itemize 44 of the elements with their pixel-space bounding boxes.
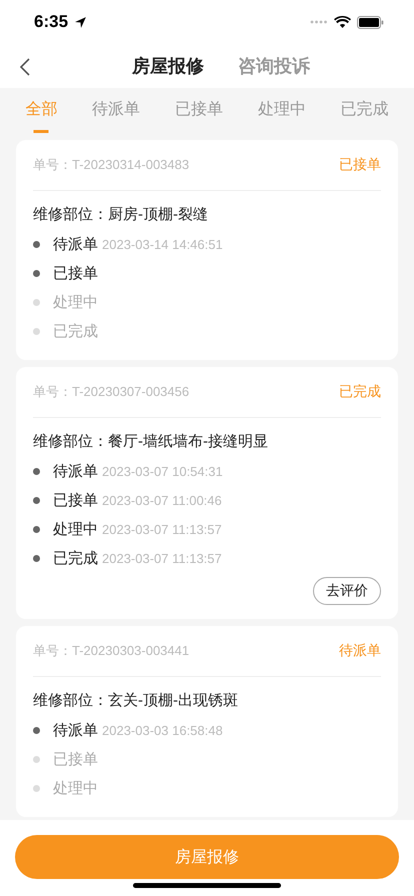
step-time: 2023-03-07 11:00:46	[102, 493, 222, 508]
filter-tab[interactable]: 全部	[23, 92, 60, 132]
signal-icon	[310, 19, 328, 25]
step-label: 处理中	[53, 293, 98, 312]
step-label: 处理中	[53, 779, 98, 798]
step-time: 2023-03-07 10:54:31	[102, 464, 223, 479]
step-time: 2023-03-03 16:58:48	[102, 723, 223, 738]
location-arrow-icon	[74, 16, 88, 28]
wifi-icon	[334, 16, 351, 28]
order-card[interactable]: 单号：T-20230307-003456 已完成 维修部位：餐厅-墙纸墙布-接缝明显 待派单 2023-03-07 10:54:31 已接单 2023-03-07 11:00:46 处理中 2023-03-07 11:13:57 已完成 2023-03-07 11:13:57 去评价	[16, 367, 398, 619]
nav-tab[interactable]: 房屋报修	[132, 54, 204, 78]
filter-tab[interactable]: 待派单	[90, 92, 142, 132]
battery-icon	[357, 16, 384, 28]
order-number: 单号：T-20230314-003483	[33, 156, 190, 174]
repair-button[interactable]: 房屋报修	[15, 835, 399, 879]
order-status: 已完成	[339, 383, 381, 401]
order-status: 已接单	[339, 156, 381, 174]
repair-location: 维修部位：厨房-顶棚-裂缝	[33, 205, 209, 225]
filter-tab[interactable]: 已完成	[338, 92, 391, 132]
step-label: 已完成	[53, 549, 98, 568]
order-number: 单号：T-20230303-003441	[33, 642, 190, 660]
step-label: 已接单	[53, 264, 98, 283]
step-label: 待派单	[53, 462, 98, 481]
step-label: 已接单	[53, 750, 98, 769]
step-label: 待派单	[53, 235, 98, 254]
back-icon[interactable]	[20, 58, 30, 76]
rate-button[interactable]: 去评价	[313, 577, 381, 605]
order-card[interactable]: 单号：T-20230303-003441 待派单 维修部位：玄关-顶棚-出现锈斑 待派单 2023-03-03 16:58:48 已接单 处理中	[16, 626, 398, 817]
step-time: 2023-03-07 11:13:57	[102, 522, 222, 537]
order-number: 单号：T-20230307-003456	[33, 383, 190, 401]
filter-tab[interactable]: 处理中	[256, 92, 308, 132]
filter-tab[interactable]: 已接单	[172, 92, 225, 132]
step-label: 已完成	[53, 322, 98, 341]
step-label: 已接单	[53, 491, 98, 510]
step-label: 待派单	[53, 721, 98, 740]
order-status: 待派单	[339, 642, 381, 660]
step-label: 处理中	[53, 520, 98, 539]
repair-location: 维修部位：玄关-顶棚-出现锈斑	[33, 691, 239, 711]
nav-tab[interactable]: 咨询投诉	[238, 54, 310, 78]
status-time: 6:35	[34, 12, 68, 32]
step-time: 2023-03-14 14:46:51	[102, 237, 223, 252]
step-time: 2023-03-07 11:13:57	[102, 551, 222, 566]
order-card[interactable]: 单号：T-20230314-003483 已接单 维修部位：厨房-顶棚-裂缝 待派单 2023-03-14 14:46:51 已接单 处理中 已完成	[16, 140, 398, 360]
repair-location: 维修部位：餐厅-墙纸墙布-接缝明显	[33, 432, 269, 452]
